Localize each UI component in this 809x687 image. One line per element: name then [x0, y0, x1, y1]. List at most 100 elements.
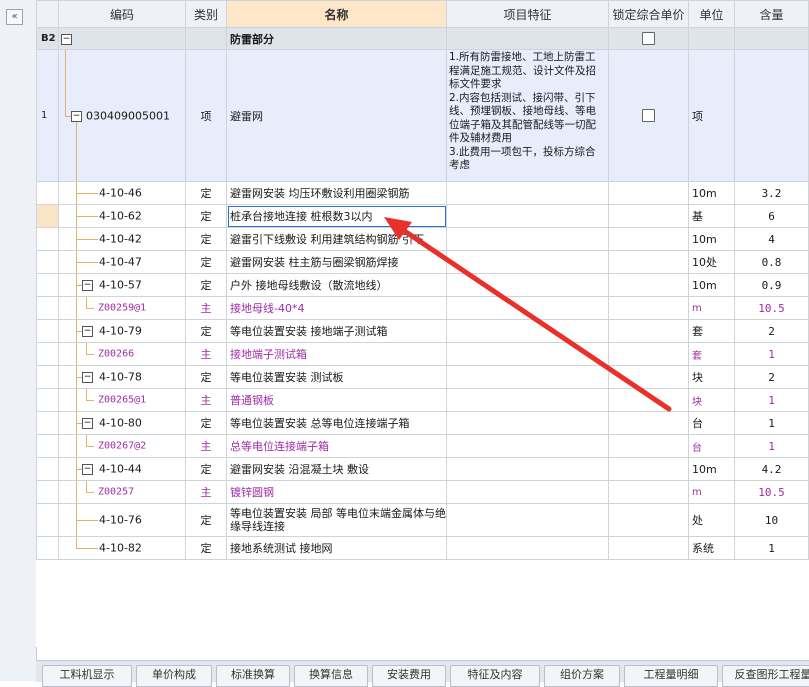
row-qty[interactable]: 1 — [735, 537, 809, 560]
main-material-row[interactable]: Z00267@2主总等电位连接端子箱台1 — [37, 435, 809, 458]
row-handle[interactable] — [37, 228, 59, 251]
row-qty[interactable]: 10.5 — [735, 297, 809, 320]
row-lock[interactable] — [609, 458, 689, 481]
bottom-tab[interactable]: 特征及内容 — [450, 665, 540, 687]
bottom-tab[interactable]: 标准换算 — [216, 665, 290, 687]
row-lock[interactable] — [609, 435, 689, 458]
row-qty[interactable]: 10 — [735, 504, 809, 537]
code-cell[interactable]: Z00259@1 — [59, 297, 186, 320]
row-unit[interactable]: m — [689, 481, 735, 504]
row-unit[interactable]: 块 — [689, 389, 735, 412]
group-name[interactable]: 防雷部分 — [227, 28, 447, 50]
row-name[interactable]: 避雷网安装 均压环敷设利用圈梁钢筋 — [227, 182, 447, 205]
row-qty[interactable]: 4.2 — [735, 458, 809, 481]
code-cell[interactable]: −4-10-80 — [59, 412, 186, 435]
row-feature[interactable] — [447, 343, 609, 366]
code-cell[interactable]: 4-10-76 — [59, 504, 186, 537]
row-handle[interactable] — [37, 251, 59, 274]
row-name[interactable]: 接地端子测试箱 — [227, 343, 447, 366]
row-lock[interactable] — [609, 412, 689, 435]
row-handle[interactable] — [37, 412, 59, 435]
row-qty[interactable]: 2 — [735, 320, 809, 343]
collapse-toggle-icon[interactable]: − — [82, 418, 93, 429]
row-handle[interactable] — [37, 504, 59, 537]
row-name[interactable]: 镀锌圆钢 — [227, 481, 447, 504]
row-feature[interactable] — [447, 435, 609, 458]
bottom-tab[interactable]: 组价方案 — [544, 665, 620, 687]
collapse-toggle-icon[interactable]: − — [82, 372, 93, 383]
lock-price-checkbox[interactable] — [642, 109, 655, 122]
code-cell[interactable]: −4-10-79 — [59, 320, 186, 343]
row-qty[interactable]: 1 — [735, 435, 809, 458]
row-unit[interactable]: 套 — [689, 320, 735, 343]
row-feature[interactable] — [447, 297, 609, 320]
row-qty[interactable]: 6 — [735, 205, 809, 228]
row-handle[interactable] — [37, 274, 59, 297]
quota-row[interactable]: 4-10-76定等电位装置安装 局部 等电位末端金属体与绝缘导线连接处10 — [37, 504, 809, 537]
main-material-row[interactable]: Z00259@1主接地母线-40*4m10.5 — [37, 297, 809, 320]
quota-row[interactable]: 4-10-62定桩承台接地连接 桩根数3以内基6 — [37, 205, 809, 228]
row-qty[interactable]: 2 — [735, 366, 809, 389]
row-feature[interactable] — [447, 251, 609, 274]
row-handle[interactable] — [37, 537, 59, 560]
row-handle[interactable] — [37, 320, 59, 343]
bottom-tab[interactable]: 安装费用 — [372, 665, 446, 687]
row-qty[interactable]: 1 — [735, 389, 809, 412]
row-feature[interactable] — [447, 182, 609, 205]
quota-row[interactable]: −4-10-79定等电位装置安装 接地端子测试箱套2 — [37, 320, 809, 343]
row-name[interactable]: 等电位装置安装 接地端子测试箱 — [227, 320, 447, 343]
row-handle[interactable] — [37, 389, 59, 412]
row-lock[interactable] — [609, 537, 689, 560]
group-row[interactable]: B2 − 防雷部分 — [37, 28, 809, 50]
list-item-row[interactable]: 1 − 030409005001 项 避雷网 1.所有防雷接地、工地上防雷工程满… — [37, 50, 809, 182]
header-type[interactable]: 类别 — [186, 1, 227, 28]
row-unit[interactable]: m — [689, 297, 735, 320]
row-name[interactable]: 户外 接地母线敷设（散流地线） — [227, 274, 447, 297]
row-feature[interactable] — [447, 504, 609, 537]
row-unit[interactable]: 处 — [689, 504, 735, 537]
row-lock[interactable] — [609, 297, 689, 320]
quota-row[interactable]: −4-10-44定避雷网安装 沿混凝土块 敷设10m4.2 — [37, 458, 809, 481]
row-handle[interactable] — [37, 343, 59, 366]
row-lock[interactable] — [609, 228, 689, 251]
lock-price-checkbox[interactable] — [642, 32, 655, 45]
row-feature[interactable] — [447, 481, 609, 504]
quota-row[interactable]: 4-10-46定避雷网安装 均压环敷设利用圈梁钢筋10m3.2 — [37, 182, 809, 205]
row-qty[interactable]: 10.5 — [735, 481, 809, 504]
row-unit[interactable]: 套 — [689, 343, 735, 366]
row-name[interactable]: 接地母线-40*4 — [227, 297, 447, 320]
code-cell[interactable]: 4-10-82 — [59, 537, 186, 560]
bottom-tab[interactable]: 单价构成 — [136, 665, 212, 687]
collapse-toggle-icon[interactable]: − — [82, 464, 93, 475]
row-handle[interactable] — [37, 205, 59, 228]
header-unit[interactable]: 单位 — [689, 1, 735, 28]
row-name[interactable]: 避雷引下线敷设 利用建筑结构钢筋 引下 — [227, 228, 447, 251]
row-lock[interactable] — [609, 182, 689, 205]
row-handle[interactable] — [37, 182, 59, 205]
list-name[interactable]: 避雷网 — [227, 50, 447, 182]
row-name[interactable]: 普通钢板 — [227, 389, 447, 412]
row-name[interactable]: 避雷网安装 沿混凝土块 敷设 — [227, 458, 447, 481]
row-feature[interactable] — [447, 389, 609, 412]
row-lock[interactable] — [609, 481, 689, 504]
row-lock[interactable] — [609, 366, 689, 389]
row-name[interactable]: 避雷网安装 柱主筋与圈梁钢筋焊接 — [227, 251, 447, 274]
row-unit[interactable]: 系统 — [689, 537, 735, 560]
group-lock-cell[interactable] — [609, 28, 689, 50]
row-lock[interactable] — [609, 274, 689, 297]
bottom-tab[interactable]: 工程量明细 — [624, 665, 718, 687]
row-lock[interactable] — [609, 251, 689, 274]
row-handle[interactable] — [37, 366, 59, 389]
quota-row[interactable]: 4-10-42定避雷引下线敷设 利用建筑结构钢筋 引下10m4 — [37, 228, 809, 251]
quota-row[interactable]: 4-10-47定避雷网安装 柱主筋与圈梁钢筋焊接10处0.8 — [37, 251, 809, 274]
row-unit[interactable]: 块 — [689, 366, 735, 389]
header-lock-price[interactable]: 锁定综合单价 — [609, 1, 689, 28]
row-name[interactable]: 等电位装置安装 测试板 — [227, 366, 447, 389]
header-qty[interactable]: 含量 — [735, 1, 809, 28]
collapse-panel-icon[interactable]: « — [6, 9, 23, 25]
code-cell[interactable]: 4-10-42 — [59, 228, 186, 251]
row-qty[interactable]: 1 — [735, 412, 809, 435]
list-code-cell[interactable]: − 030409005001 — [59, 50, 186, 182]
code-cell[interactable]: −4-10-78 — [59, 366, 186, 389]
row-feature[interactable] — [447, 320, 609, 343]
